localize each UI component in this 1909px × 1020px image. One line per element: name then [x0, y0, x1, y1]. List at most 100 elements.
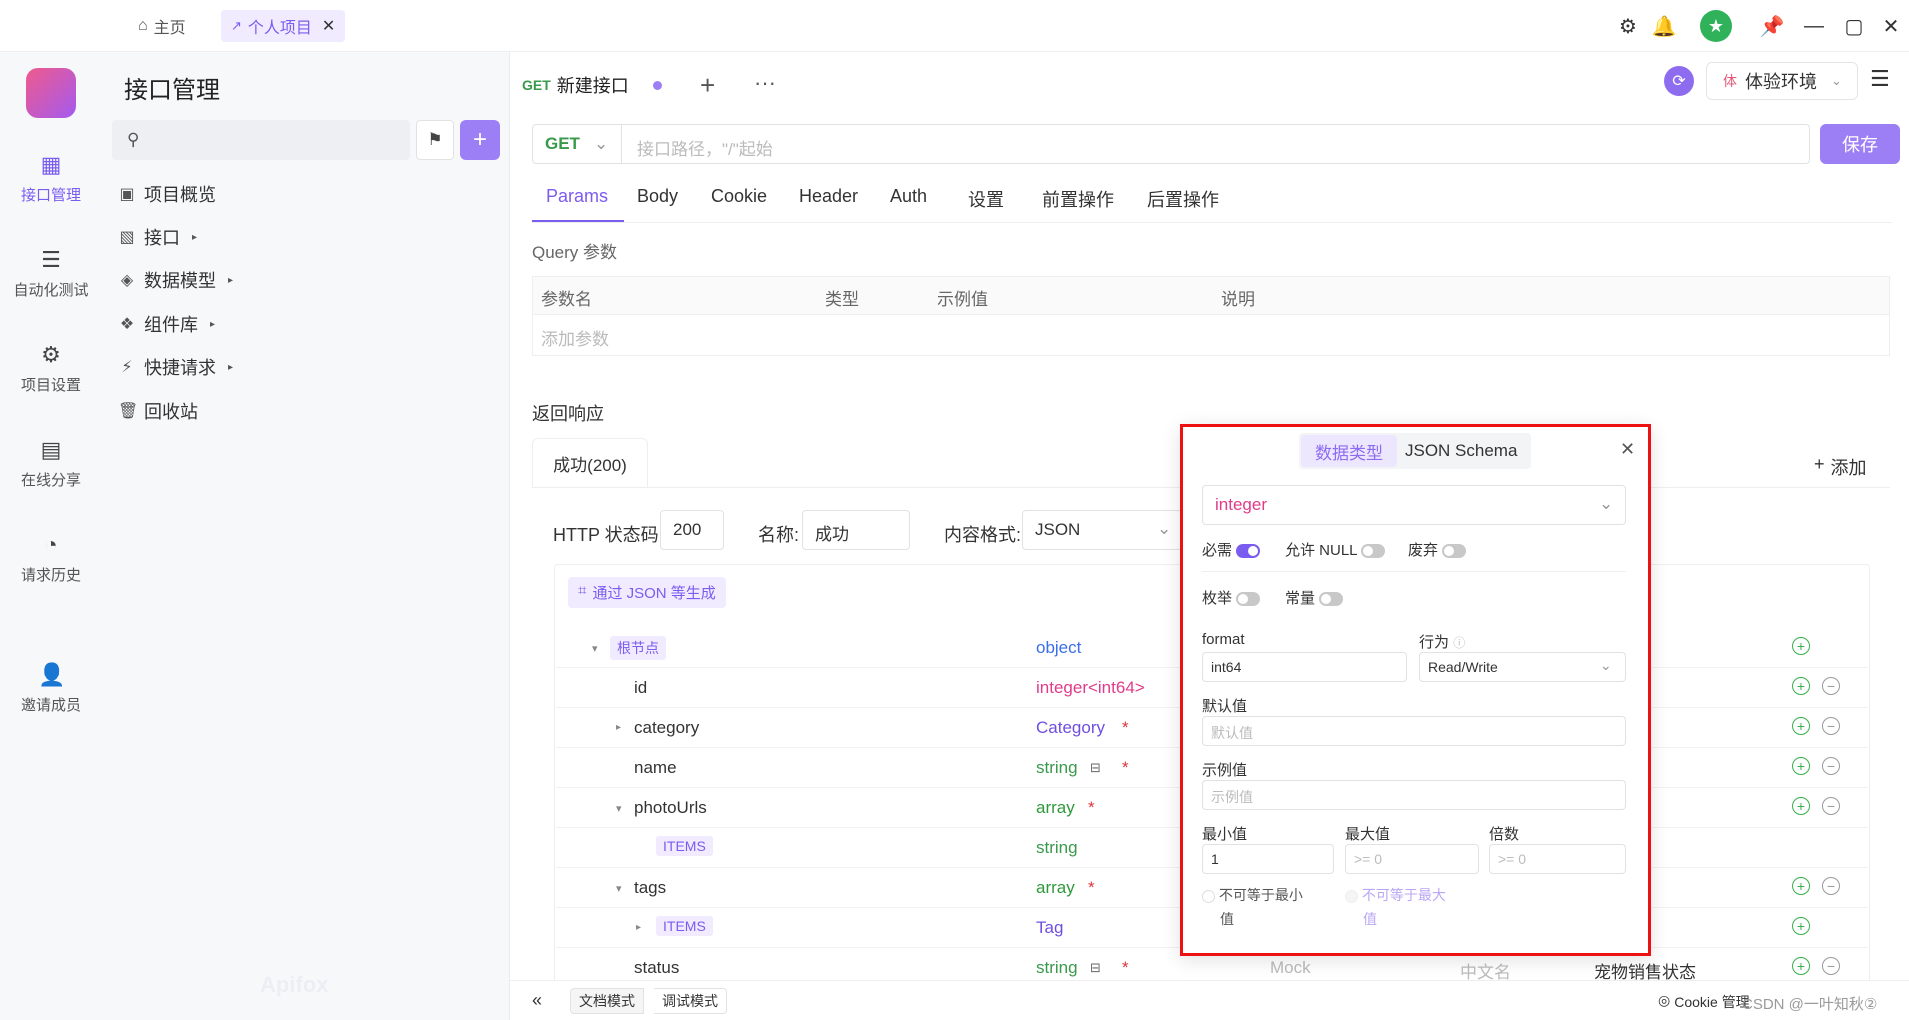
type-select[interactable]: integer ⌄: [1202, 485, 1626, 525]
chevron-down-icon: ⌄: [1600, 657, 1612, 673]
close-icon[interactable]: ✕: [322, 16, 335, 36]
add-sibling-icon[interactable]: +: [1792, 717, 1810, 735]
new-tab-plus-icon[interactable]: +: [700, 70, 715, 101]
cookie-manager-button[interactable]: ◎ Cookie 管理: [1658, 992, 1750, 1012]
default-input[interactable]: 默认值: [1202, 716, 1626, 746]
pin-icon[interactable]: 📌: [1758, 12, 1786, 40]
rail-item-project-settings[interactable]: ⚙ 项目设置: [0, 342, 102, 395]
sync-icon[interactable]: ⟳: [1664, 66, 1694, 96]
tree-item-trash[interactable]: 🗑 回收站: [118, 397, 198, 425]
tree-item-overview[interactable]: ▣ 项目概览: [118, 180, 216, 208]
rail-item-history[interactable]: ◔ 请求历史: [0, 532, 102, 585]
content-format-select[interactable]: JSON ⌄: [1022, 510, 1182, 550]
remove-icon[interactable]: −: [1822, 957, 1840, 975]
caret-down-icon[interactable]: ▾: [616, 882, 622, 895]
add-param-input[interactable]: 添加参数: [541, 325, 609, 350]
add-sibling-icon[interactable]: +: [1792, 797, 1810, 815]
status-code-input[interactable]: 200: [660, 510, 724, 550]
maximize-icon[interactable]: ▢: [1840, 12, 1868, 40]
tab-json-schema[interactable]: JSON Schema: [1405, 441, 1517, 461]
tab-settings[interactable]: 设置: [968, 186, 1004, 212]
rail-item-share[interactable]: ▤ 在线分享: [0, 437, 102, 490]
project-tab[interactable]: ↗ 个人项目 ✕: [221, 10, 346, 42]
caret-right-icon: ▸: [210, 318, 216, 330]
behavior-label: 行为 ⓘ: [1419, 634, 1466, 651]
exclusive-max-checkbox[interactable]: 不可等于最大 值: [1345, 883, 1446, 931]
add-button[interactable]: +: [460, 120, 500, 160]
caret-right-icon[interactable]: ▸: [636, 922, 641, 933]
generate-from-json-button[interactable]: ⌗ 通过 JSON 等生成: [568, 577, 726, 608]
tab-cookie[interactable]: Cookie: [711, 186, 767, 207]
tab-post-script[interactable]: 后置操作: [1147, 186, 1219, 212]
behavior-select[interactable]: Read/Write ⌄: [1419, 652, 1626, 682]
exclusive-min-checkbox[interactable]: 不可等于最小 值: [1202, 883, 1303, 931]
caret-right-icon: ▸: [228, 361, 234, 373]
minimize-icon[interactable]: —: [1800, 12, 1828, 40]
close-window-icon[interactable]: ✕: [1877, 12, 1905, 40]
add-sibling-icon[interactable]: +: [1792, 877, 1810, 895]
more-icon[interactable]: ···: [754, 70, 776, 96]
min-input[interactable]: 1: [1202, 844, 1334, 874]
add-child-icon[interactable]: +: [1792, 917, 1810, 935]
tree-item-model[interactable]: ◈ 数据模型 ▸: [118, 266, 233, 294]
overview-icon: ▣: [119, 186, 135, 203]
tab-body[interactable]: Body: [637, 186, 678, 207]
required-toggle[interactable]: [1236, 544, 1261, 559]
example-input[interactable]: 示例值: [1202, 780, 1626, 810]
path-input[interactable]: 接口路径，"/"起始: [637, 135, 773, 160]
caret-right-icon[interactable]: ▸: [616, 722, 621, 733]
env-select[interactable]: 体 体验环境 ⌄: [1706, 62, 1858, 100]
tree-item-api[interactable]: ▧ 接口 ▸: [118, 223, 197, 251]
remove-icon[interactable]: −: [1822, 677, 1840, 695]
deprecated-toggle[interactable]: [1442, 544, 1467, 559]
remove-icon[interactable]: −: [1822, 717, 1840, 735]
debug-mode-button[interactable]: 调试模式: [654, 988, 727, 1014]
invite-member-icon: 👤: [38, 662, 66, 687]
remove-icon[interactable]: −: [1822, 877, 1840, 895]
multiple-input[interactable]: >= 0: [1489, 844, 1626, 874]
tab-header[interactable]: Header: [799, 186, 858, 207]
tree-item-quick-request[interactable]: ⚡ 快捷请求 ▸: [118, 353, 233, 381]
home-icon: ⌂: [138, 17, 148, 34]
add-child-icon[interactable]: +: [1792, 637, 1810, 655]
tab-pre-script[interactable]: 前置操作: [1042, 186, 1114, 212]
response-name-input[interactable]: 成功: [802, 510, 910, 550]
response-tab-200[interactable]: 成功(200): [532, 438, 648, 488]
nullable-toggle[interactable]: [1361, 544, 1386, 559]
const-toggle[interactable]: [1319, 592, 1344, 607]
doc-mode-button[interactable]: 文档模式: [570, 988, 644, 1014]
enum-toggle[interactable]: [1236, 592, 1261, 607]
caret-down-icon[interactable]: ▾: [592, 642, 598, 655]
caret-down-icon[interactable]: ▾: [616, 802, 622, 815]
request-tab[interactable]: GET 新建接口: [522, 66, 662, 106]
home-tab[interactable]: ⌂ 主页: [128, 10, 196, 42]
rail-item-invite[interactable]: 👤 邀请成员: [0, 662, 102, 715]
filter-button[interactable]: ⚑: [416, 120, 454, 160]
tab-params[interactable]: Params: [546, 186, 608, 207]
remove-icon[interactable]: −: [1822, 757, 1840, 775]
bell-icon[interactable]: 🔔: [1650, 12, 1678, 40]
rail-item-api[interactable]: ▦ 接口管理: [0, 152, 102, 205]
tab-data-type[interactable]: 数据类型: [1301, 435, 1397, 467]
menu-icon[interactable]: ☰: [1870, 66, 1890, 92]
plus-icon: +: [1814, 454, 1825, 474]
add-sibling-icon[interactable]: +: [1792, 957, 1810, 975]
add-sibling-icon[interactable]: +: [1792, 757, 1810, 775]
search-input[interactable]: ⚲: [112, 120, 410, 160]
save-button[interactable]: 保存: [1820, 124, 1900, 164]
tree-item-components[interactable]: ❖ 组件库 ▸: [118, 310, 215, 338]
rail-item-automation[interactable]: ☰ 自动化测试: [0, 247, 102, 300]
max-input[interactable]: >= 0: [1345, 844, 1479, 874]
format-input[interactable]: int64: [1202, 652, 1407, 682]
app-logo: [26, 68, 76, 118]
avatar[interactable]: ★: [1700, 10, 1732, 42]
remove-icon[interactable]: −: [1822, 797, 1840, 815]
method-select[interactable]: GET ⌄: [545, 134, 608, 154]
collapse-sidebar-icon[interactable]: «: [532, 990, 542, 1011]
caret-right-icon: ▸: [192, 231, 198, 243]
close-icon[interactable]: ✕: [1620, 439, 1635, 460]
tab-auth[interactable]: Auth: [890, 186, 927, 207]
add-sibling-icon[interactable]: +: [1792, 677, 1810, 695]
add-response-button[interactable]: + 添加: [1814, 454, 1867, 480]
settings-gear-icon[interactable]: ⚙: [1614, 12, 1642, 40]
